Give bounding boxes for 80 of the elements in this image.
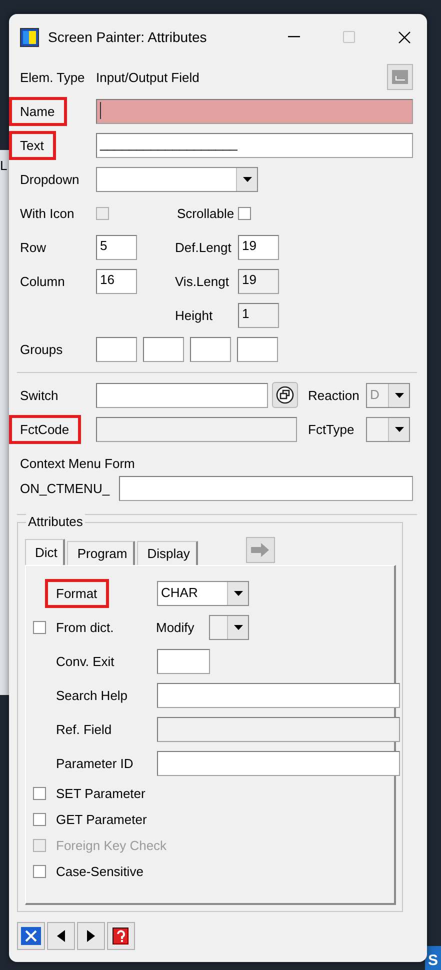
field-label: FctType (308, 422, 354, 436)
input-field[interactable] (143, 336, 184, 362)
layout-icon (392, 70, 408, 84)
help-icon (112, 927, 130, 945)
caret-icon (394, 426, 404, 432)
left-triangle-icon (57, 930, 65, 942)
arrow-button[interactable] (246, 537, 275, 563)
field-label: Switch (20, 388, 58, 402)
field-label: Conv. Exit (56, 654, 114, 668)
dropdown-field[interactable] (96, 166, 258, 192)
input-field[interactable] (96, 336, 137, 362)
input-field[interactable]: 5 (96, 234, 137, 260)
field-label: ON_CTMENU_ (20, 480, 111, 496)
checkbox[interactable] (238, 206, 252, 220)
field-label: Ref. Field (56, 722, 112, 736)
checkbox-label: Foreign Key Check (56, 838, 167, 852)
field-label: Reaction (308, 388, 360, 402)
window-icon-button[interactable] (272, 382, 298, 408)
input-field[interactable] (157, 648, 210, 674)
minimize-icon (288, 36, 300, 38)
field-label: Context Menu Form (20, 456, 135, 470)
input-field[interactable]: 16 (96, 268, 137, 294)
window-icon (276, 386, 294, 404)
field-label: Elem. Type (20, 70, 85, 84)
caret-icon (234, 624, 242, 630)
input-field[interactable] (96, 382, 268, 408)
maximize-icon (343, 31, 355, 43)
close-icon (21, 927, 41, 945)
field-label: Def.Lengt (175, 240, 232, 254)
field-label: Dropdown (20, 172, 80, 186)
input-field[interactable]: ___________________ (96, 132, 413, 158)
caret-icon (234, 590, 242, 596)
field-label: Row (20, 240, 46, 254)
field-label: Column (20, 274, 65, 288)
next-button[interactable] (77, 922, 105, 950)
field-label: Search Help (56, 688, 128, 702)
checkbox[interactable] (33, 786, 46, 800)
input-field[interactable] (157, 750, 400, 776)
tab[interactable]: Program (67, 541, 136, 565)
field-label: From dict. (56, 620, 114, 634)
field-label: Name (20, 104, 55, 118)
tab[interactable]: Dict (25, 539, 66, 565)
layout-button[interactable] (387, 64, 413, 90)
dropdown-field[interactable]: CHAR (157, 580, 249, 606)
field-label: Groups (20, 342, 63, 356)
previous-button[interactable] (47, 922, 75, 950)
input-field[interactable] (157, 682, 400, 708)
element-type-value: Input/Output Field (96, 70, 200, 84)
background-text: L (0, 158, 8, 173)
input-field[interactable] (96, 98, 413, 124)
taskbar-tile: S (425, 946, 441, 970)
field-label: Format (56, 586, 98, 600)
close-icon (398, 30, 410, 44)
field-label: Scrollable (177, 206, 234, 220)
field-label: Text (20, 138, 44, 152)
checkbox-label: SET Parameter (56, 786, 146, 800)
checkbox[interactable] (33, 812, 46, 826)
field-label: FctCode (20, 422, 70, 436)
field-label: Parameter ID (56, 756, 134, 770)
checkbox[interactable] (33, 864, 46, 878)
caret-icon (242, 176, 252, 182)
checkbox[interactable] (33, 620, 46, 634)
input-field[interactable] (119, 476, 413, 500)
checkbox-label: Case-Sensitive (56, 864, 144, 878)
checkbox-label: GET Parameter (56, 812, 147, 826)
field-label: Vis.Lengt (175, 274, 229, 288)
field-label: With Icon (20, 206, 74, 220)
arrow-icon (251, 543, 270, 557)
tab[interactable]: Display (137, 541, 198, 565)
right-triangle-icon (87, 930, 95, 942)
field-label: Modify (156, 620, 196, 634)
window-title: Screen Painter: Attributes (48, 29, 208, 45)
field-label: Height (175, 308, 213, 322)
input-field[interactable] (190, 336, 231, 362)
input-field[interactable] (237, 336, 278, 362)
help-button[interactable] (107, 922, 135, 950)
caret-icon (394, 392, 404, 398)
input-field[interactable]: 19 (238, 234, 279, 260)
app-icon (20, 28, 39, 46)
group-title: Attributes (26, 514, 85, 529)
